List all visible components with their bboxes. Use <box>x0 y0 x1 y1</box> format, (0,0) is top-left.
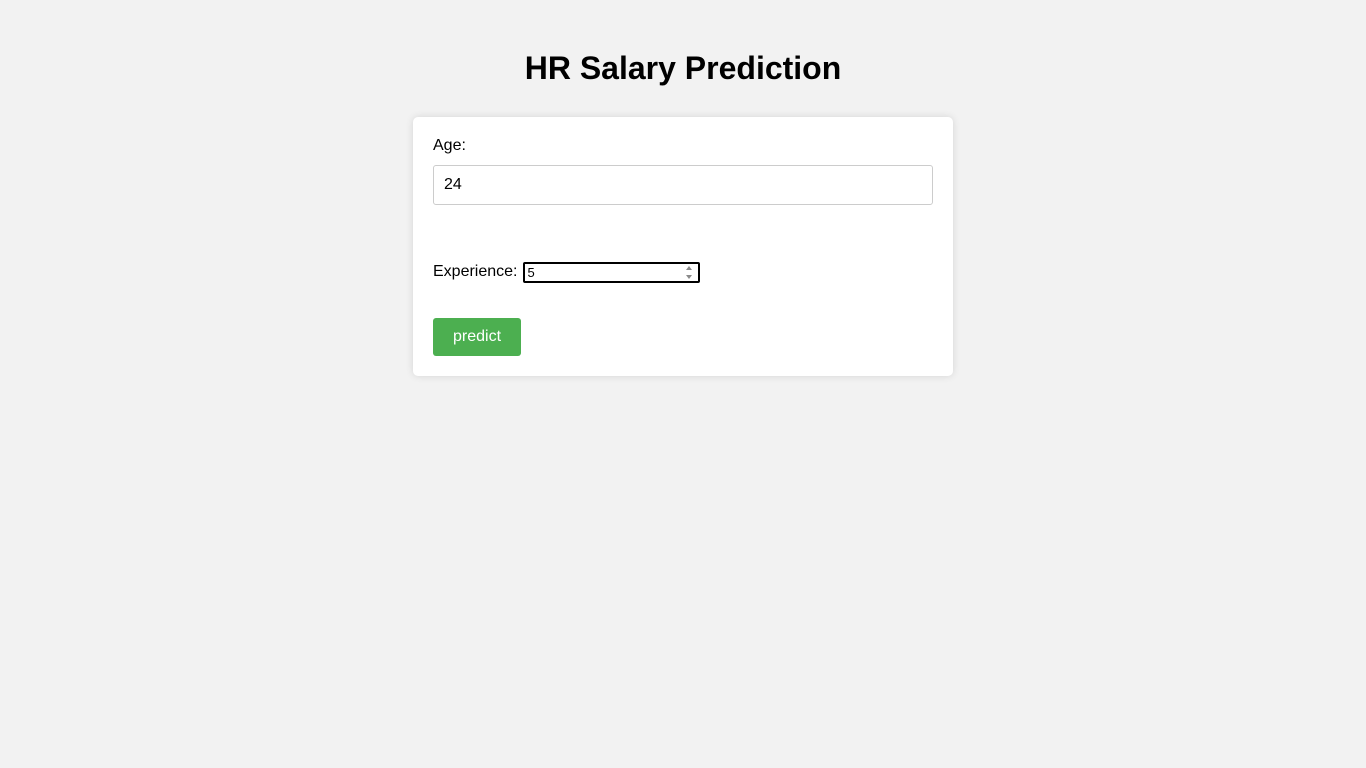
age-label: Age: <box>433 137 466 154</box>
predict-button[interactable]: predict <box>433 318 521 356</box>
spin-down-icon[interactable] <box>685 274 692 279</box>
experience-input[interactable]: 5 <box>522 261 700 283</box>
spin-up-icon[interactable] <box>685 265 692 270</box>
spinner-arrows-icon[interactable] <box>685 265 693 279</box>
experience-value: 5 <box>527 264 535 280</box>
page-title: HR Salary Prediction <box>524 50 842 86</box>
age-input[interactable] <box>433 165 933 205</box>
experience-label: Experience: <box>433 263 518 280</box>
page: HR Salary Prediction Age: Experience: 5 … <box>0 0 1366 768</box>
prediction-form-card: Age: Experience: 5 predict <box>413 117 953 376</box>
experience-row: Experience: 5 <box>433 261 700 283</box>
